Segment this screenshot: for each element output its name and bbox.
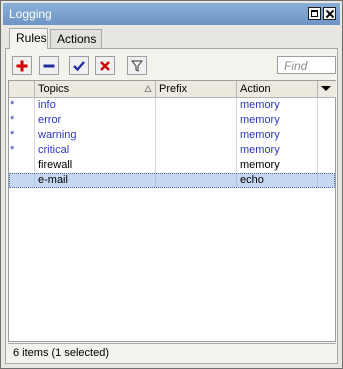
row-prefix: [156, 113, 237, 128]
row-topics: e-mail: [35, 173, 156, 188]
row-topics: firewall: [35, 158, 156, 173]
row-filler: [318, 173, 335, 188]
logging-window: Logging Rules Actions Find Topics Prefix…: [0, 0, 343, 369]
row-default-mark: *: [9, 143, 35, 158]
table-row[interactable]: * info memory: [9, 98, 335, 113]
check-icon: [73, 60, 85, 71]
row-filler: [318, 128, 335, 143]
row-filler: [318, 98, 335, 113]
row-prefix: [156, 98, 237, 113]
row-topics: error: [35, 113, 156, 128]
row-prefix: [156, 173, 237, 188]
maximize-button[interactable]: [308, 7, 321, 20]
row-action: memory: [237, 143, 318, 158]
row-default-mark: *: [9, 98, 35, 113]
filter-icon: [131, 60, 143, 72]
header-topics-label: Topics: [38, 83, 70, 95]
row-prefix: [156, 128, 237, 143]
cross-icon: [100, 60, 110, 71]
rules-panel: Topics Prefix Action * info memory *: [5, 48, 338, 364]
enable-button[interactable]: [69, 56, 89, 75]
row-action: echo: [237, 173, 318, 188]
table-row[interactable]: * warning memory: [9, 128, 335, 143]
dropdown-arrow-icon: [321, 86, 331, 91]
row-prefix: [156, 143, 237, 158]
row-topics: critical: [35, 143, 156, 158]
row-action: memory: [237, 158, 318, 173]
tab-rules[interactable]: Rules: [9, 28, 48, 49]
filter-button[interactable]: [127, 56, 147, 75]
remove-icon: [43, 64, 55, 67]
row-default-mark: [9, 158, 35, 173]
remove-button[interactable]: [39, 56, 59, 75]
tab-actions[interactable]: Actions: [50, 29, 102, 48]
disable-button[interactable]: [95, 56, 115, 75]
add-button[interactable]: [12, 56, 32, 75]
row-topics: warning: [35, 128, 156, 143]
row-default-mark: [9, 173, 35, 188]
header-prefix[interactable]: Prefix: [156, 81, 237, 98]
row-action: memory: [237, 113, 318, 128]
close-button[interactable]: [323, 7, 336, 20]
sort-triangle-icon: [144, 84, 152, 96]
header-topics[interactable]: Topics: [35, 81, 156, 98]
header-action[interactable]: Action: [237, 81, 318, 98]
table-row[interactable]: firewall memory: [9, 158, 335, 173]
row-prefix: [156, 158, 237, 173]
rules-table: Topics Prefix Action * info memory * err…: [8, 80, 336, 342]
header-mark-column[interactable]: [9, 81, 35, 98]
column-menu-button[interactable]: [318, 81, 336, 98]
window-title: Logging: [9, 7, 52, 21]
add-icon: [16, 60, 28, 71]
row-action: memory: [237, 98, 318, 113]
table-row[interactable]: * critical memory: [9, 143, 335, 158]
row-filler: [318, 143, 335, 158]
row-filler: [318, 113, 335, 128]
find-input[interactable]: [277, 56, 336, 74]
table-row-selected[interactable]: e-mail echo: [9, 173, 335, 188]
table-row[interactable]: * error memory: [9, 113, 335, 128]
status-bar: 6 items (1 selected): [8, 343, 336, 362]
title-bar[interactable]: Logging: [3, 3, 340, 25]
row-default-mark: *: [9, 113, 35, 128]
row-default-mark: *: [9, 128, 35, 143]
row-topics: info: [35, 98, 156, 113]
row-action: memory: [237, 128, 318, 143]
row-filler: [318, 158, 335, 173]
